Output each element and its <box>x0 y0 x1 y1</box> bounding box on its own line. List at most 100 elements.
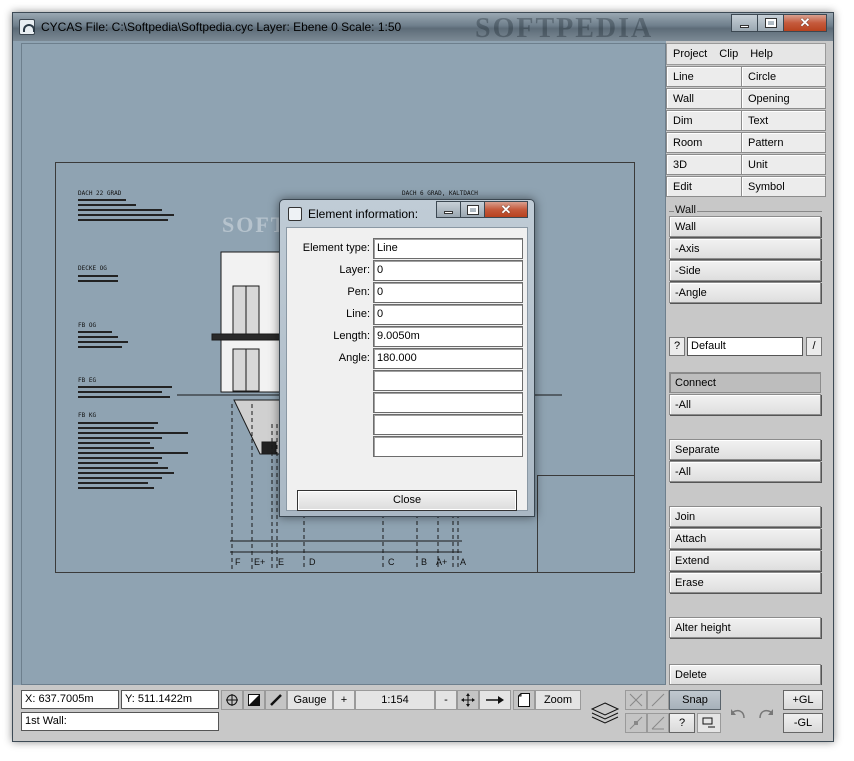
dialog-minimize-button[interactable] <box>436 201 461 218</box>
separate-all-button[interactable]: -All <box>669 461 821 482</box>
tool-unit-button[interactable]: Unit <box>741 154 826 175</box>
empty-field[interactable] <box>373 436 523 457</box>
empty-field[interactable] <box>373 414 523 435</box>
close-window-button[interactable]: ✕ <box>783 14 827 32</box>
field-row-empty <box>287 370 527 392</box>
element-type-field[interactable]: Line <box>373 238 523 259</box>
axis-label: B <box>421 557 428 567</box>
scale-field[interactable]: 1:154 <box>355 690 435 710</box>
delete-button[interactable]: Delete <box>669 664 821 685</box>
snap-options-button[interactable] <box>697 713 721 733</box>
axis-button[interactable]: -Axis <box>669 238 821 259</box>
angle-field[interactable]: 180.000 <box>373 348 523 369</box>
wall-button[interactable]: Wall <box>669 216 821 237</box>
x-coordinate-field[interactable]: X: 637.7005m <box>21 690 119 709</box>
alter-height-button[interactable]: Alter height <box>669 617 821 638</box>
tool-edit-button[interactable]: Edit <box>666 176 742 197</box>
right-arrow-icon <box>486 696 504 704</box>
attach-button[interactable]: Attach <box>669 528 821 549</box>
pen-icon <box>270 694 282 706</box>
length-field[interactable]: 9.0050m <box>373 326 523 347</box>
wall-type-dropdown[interactable]: Default <box>687 337 803 356</box>
fill-toggle-button[interactable] <box>243 690 265 710</box>
softpedia-watermark: SOFTPEDIA <box>475 13 654 44</box>
empty-field[interactable] <box>373 370 523 391</box>
menu-clip[interactable]: Clip <box>713 48 744 60</box>
pan-button[interactable] <box>457 690 479 710</box>
snap-endpoint-button[interactable] <box>625 713 647 733</box>
field-label: Length: <box>333 330 370 342</box>
angle-button[interactable]: -Angle <box>669 282 821 303</box>
snap-help-button[interactable]: ? <box>669 713 695 733</box>
snap-angle-button[interactable] <box>647 713 669 733</box>
undo-button[interactable] <box>725 699 751 727</box>
axis-label: C <box>388 557 395 567</box>
y-coordinate-field[interactable]: Y: 511.1422m <box>121 690 219 709</box>
erase-button[interactable]: Erase <box>669 572 821 593</box>
pen-button[interactable] <box>265 690 287 710</box>
menu-help[interactable]: Help <box>744 48 779 60</box>
layers-icon <box>590 702 620 724</box>
separate-button[interactable]: Separate <box>669 439 821 460</box>
wall-type-edit-button[interactable]: / <box>806 337 822 356</box>
zoom-minus-button[interactable]: - <box>435 690 457 710</box>
title-bar: CYCAS File: C:\Softpedia\Softpedia.cyc L… <box>13 13 833 44</box>
connect-all-button[interactable]: -All <box>669 394 821 415</box>
tool-circle-button[interactable]: Circle <box>741 66 826 87</box>
window-title: CYCAS File: C:\Softpedia\Softpedia.cyc L… <box>41 20 402 34</box>
line-field[interactable]: 0 <box>373 304 523 325</box>
redo-button[interactable] <box>753 699 779 727</box>
wall-section-label: Wall <box>674 204 697 216</box>
empty-field[interactable] <box>373 392 523 413</box>
angle-icon <box>651 716 665 730</box>
dialog-close-x-button[interactable]: ✕ <box>484 201 528 218</box>
tool-wall-button[interactable]: Wall <box>666 88 742 109</box>
join-button[interactable]: Join <box>669 506 821 527</box>
tool-symbol-button[interactable]: Symbol <box>741 176 826 197</box>
tool-line-button[interactable]: Line <box>666 66 742 87</box>
gauge-button[interactable]: Gauge <box>287 690 333 710</box>
zoom-plus-button[interactable]: + <box>333 690 355 710</box>
intersection-icon <box>629 693 643 707</box>
zoom-button[interactable]: Zoom <box>535 690 581 710</box>
tool-text-button[interactable]: Text <box>741 110 826 131</box>
add-grid-level-button[interactable]: +GL <box>783 690 823 710</box>
window-controls: ✕ <box>731 14 827 32</box>
connect-button[interactable]: Connect <box>669 372 821 393</box>
help-question-button[interactable]: ? <box>669 337 685 356</box>
layers-button[interactable] <box>585 695 625 733</box>
maximize-button[interactable] <box>757 14 784 32</box>
axis-label: A+ <box>436 557 448 567</box>
grid-snap-icon <box>702 717 715 728</box>
tool-room-button[interactable]: Room <box>666 132 742 153</box>
snap-intersection-button[interactable] <box>625 690 647 710</box>
tool-3d-button[interactable]: 3D <box>666 154 742 175</box>
arrow-button[interactable] <box>479 690 511 710</box>
axis-label: D <box>309 557 316 567</box>
close-button[interactable]: Close <box>297 490 517 511</box>
tool-pattern-button[interactable]: Pattern <box>741 132 826 153</box>
tool-opening-button[interactable]: Opening <box>741 88 826 109</box>
main-window: CYCAS File: C:\Softpedia\Softpedia.cyc L… <box>12 12 834 742</box>
crosshair-button[interactable] <box>221 690 243 710</box>
side-button[interactable]: -Side <box>669 260 821 281</box>
minimize-button[interactable] <box>731 14 758 32</box>
layer-field[interactable]: 0 <box>373 260 523 281</box>
crosshair-icon <box>226 694 238 706</box>
extend-button[interactable]: Extend <box>669 550 821 571</box>
snap-line-button[interactable] <box>647 690 669 710</box>
dialog-window-controls: ✕ <box>436 201 528 218</box>
page-button[interactable] <box>513 690 535 710</box>
tool-dim-button[interactable]: Dim <box>666 110 742 131</box>
remove-grid-level-button[interactable]: -GL <box>783 713 823 733</box>
page-icon <box>518 693 530 707</box>
pen-field[interactable]: 0 <box>373 282 523 303</box>
axis-label: E+ <box>254 557 266 567</box>
dialog-body: Element type: Line Layer: 0 Pen: 0 Line:… <box>286 227 528 511</box>
menu-project[interactable]: Project <box>667 48 713 60</box>
axis-label: A <box>460 557 467 567</box>
snap-button[interactable]: Snap <box>669 690 721 710</box>
redo-icon <box>759 709 773 719</box>
field-row-empty <box>287 392 527 414</box>
dialog-maximize-button[interactable] <box>460 201 485 218</box>
